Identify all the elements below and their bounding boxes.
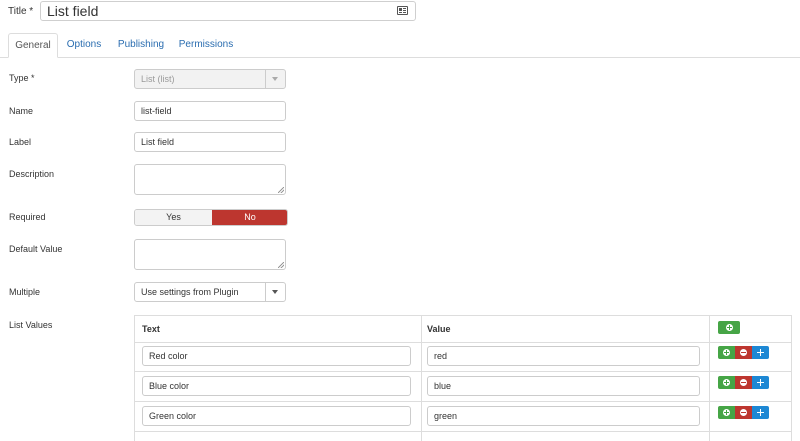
- title-input[interactable]: [40, 1, 416, 21]
- multiple-select[interactable]: Use settings from Plugin: [134, 282, 286, 302]
- type-dropdown-toggle: [265, 70, 285, 88]
- label-label: Label: [9, 137, 32, 147]
- type-select-value: List (list): [141, 74, 175, 84]
- list-values-label: List Values: [9, 320, 53, 330]
- resize-grip-icon[interactable]: [278, 262, 284, 268]
- row-value-input[interactable]: [427, 406, 700, 426]
- row-divider: [135, 401, 791, 402]
- move-icon: [757, 379, 764, 386]
- list-values-table: Text Value: [134, 315, 792, 441]
- add-row-button[interactable]: [718, 406, 735, 419]
- chevron-down-icon: [272, 77, 278, 81]
- move-row-button[interactable]: [752, 406, 769, 419]
- minus-circle-icon: [740, 379, 747, 386]
- row-text-input[interactable]: [142, 376, 411, 396]
- tab-permissions[interactable]: Permissions: [176, 33, 236, 57]
- multiple-dropdown-toggle[interactable]: [265, 283, 285, 301]
- required-label: Required: [9, 212, 46, 222]
- type-label: Type *: [9, 73, 35, 83]
- tab-general[interactable]: General: [8, 33, 58, 58]
- description-label: Description: [9, 169, 55, 179]
- add-row-button[interactable]: [718, 376, 735, 389]
- default-value-label: Default Value: [9, 244, 63, 254]
- tab-options[interactable]: Options: [63, 33, 105, 57]
- required-no-button[interactable]: No: [212, 210, 287, 225]
- move-icon: [757, 349, 764, 356]
- move-icon: [757, 409, 764, 416]
- remove-row-button[interactable]: [735, 406, 752, 419]
- minus-circle-icon: [740, 349, 747, 356]
- row-divider: [135, 371, 791, 372]
- chevron-down-icon: [272, 290, 278, 294]
- move-row-button[interactable]: [752, 346, 769, 359]
- required-yes-button[interactable]: Yes: [135, 210, 213, 225]
- row-value-input[interactable]: [427, 376, 700, 396]
- minus-circle-icon: [740, 409, 747, 416]
- add-first-row-button[interactable]: [718, 321, 740, 334]
- name-input[interactable]: [134, 101, 286, 121]
- remove-row-button[interactable]: [735, 376, 752, 389]
- resize-grip-icon[interactable]: [278, 187, 284, 193]
- description-textarea[interactable]: [134, 164, 286, 195]
- move-row-button[interactable]: [752, 376, 769, 389]
- row-divider: [135, 342, 791, 343]
- column-divider: [421, 316, 422, 441]
- row-divider: [135, 431, 791, 432]
- title-label: Title *: [8, 6, 34, 17]
- row-value-input[interactable]: [427, 346, 700, 366]
- multiple-label: Multiple: [9, 287, 41, 297]
- plus-circle-icon: [723, 349, 730, 356]
- remove-row-button[interactable]: [735, 346, 752, 359]
- name-label: Name: [9, 106, 34, 116]
- text-column-header: Text: [142, 324, 160, 334]
- add-row-button[interactable]: [718, 346, 735, 359]
- label-input[interactable]: [134, 132, 286, 152]
- plus-circle-icon: [725, 324, 733, 331]
- column-divider: [709, 316, 710, 441]
- plus-circle-icon: [723, 409, 730, 416]
- default-value-textarea[interactable]: [134, 239, 286, 270]
- multiple-select-value: Use settings from Plugin: [141, 287, 239, 297]
- value-column-header: Value: [427, 324, 451, 334]
- row-text-input[interactable]: [142, 346, 411, 366]
- tab-bar: General Options Publishing Permissions: [0, 33, 800, 58]
- contact-card-icon: [397, 6, 408, 15]
- required-toggle: Yes No: [134, 209, 288, 226]
- field-edit-page: Title * General Options Publishing Permi…: [0, 0, 800, 441]
- tab-publishing[interactable]: Publishing: [114, 33, 168, 57]
- plus-circle-icon: [723, 379, 730, 386]
- row-text-input[interactable]: [142, 406, 411, 426]
- type-select: List (list): [134, 69, 286, 89]
